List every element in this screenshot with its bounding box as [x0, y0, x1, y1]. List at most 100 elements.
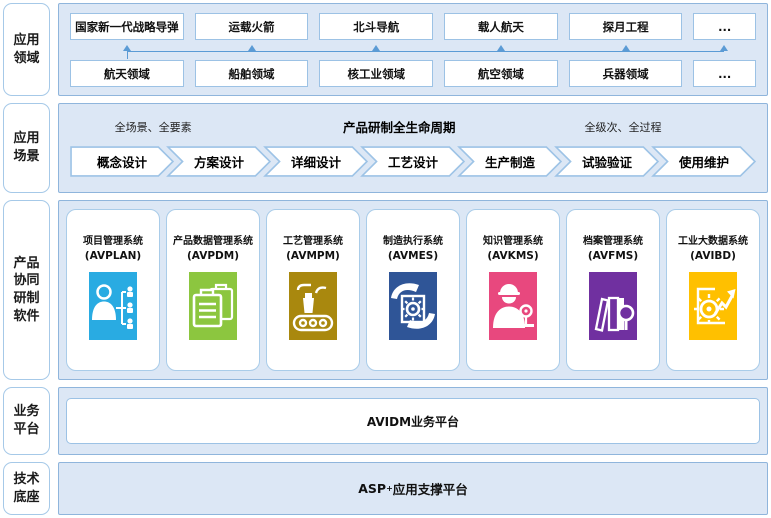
- lifecycle-stages: 概念设计 方案设计 详细设计 工艺设计: [70, 146, 756, 177]
- hands-gear-icon: [389, 272, 437, 340]
- base-panel: ASP+应用支撑平台: [58, 462, 768, 515]
- software-card-avplan: 项目管理系统 (AVPLAN): [66, 209, 160, 371]
- section-label-line: 应用: [13, 130, 39, 148]
- architecture-diagram: 应用 领域 国家新一代战略导弹 运载火箭 北斗导航 载人航天 探月工程 ...: [0, 0, 771, 518]
- note-all-process: 全级次、全过程: [585, 119, 662, 135]
- up-arrow-icon: [123, 45, 131, 51]
- section-label-base: 技术 底座: [3, 462, 50, 515]
- worker-pin-icon: [489, 272, 537, 340]
- section-label-line: 场景: [13, 148, 39, 166]
- asp-suffix: 应用支撑平台: [393, 479, 468, 498]
- stage-chevron: 概念设计: [70, 146, 174, 177]
- asp-prefix: ASP: [358, 481, 386, 496]
- up-arrow-icon: [497, 45, 505, 51]
- software-card-avfms: 档案管理系统 (AVFMS): [566, 209, 660, 371]
- section-label-line: 协同: [13, 272, 39, 290]
- section-label-line: 应用: [13, 32, 39, 50]
- card-code: (AVMPM): [286, 250, 340, 262]
- section-label-line: 平台: [13, 421, 39, 439]
- section-label-line: 领域: [13, 50, 39, 68]
- program-box-ellipsis: ...: [693, 13, 756, 40]
- field-box: 兵器领域: [569, 60, 683, 87]
- card-title: 项目管理系统: [83, 232, 143, 247]
- avidm-platform-box: AVIDM业务平台: [66, 398, 760, 444]
- card-code: (AVMES): [388, 250, 438, 262]
- stage-label: 概念设计: [70, 146, 174, 177]
- stage-chevron: 方案设计: [167, 146, 271, 177]
- software-card-avmes: 制造执行系统 (AVMES): [366, 209, 460, 371]
- stage-label: 工艺设计: [361, 146, 465, 177]
- software-panel: 项目管理系统 (AVPLAN) 产品数据管理系: [58, 200, 768, 380]
- up-arrow-icon: [248, 45, 256, 51]
- section-label-line: 软件: [13, 308, 39, 326]
- section-label-line: 研制: [13, 290, 39, 308]
- card-code: (AVPDM): [187, 250, 239, 262]
- stage-chevron: 生产制造: [458, 146, 562, 177]
- field-box-ellipsis: ...: [693, 60, 756, 87]
- row-technology-base: 技术 底座 ASP+应用支撑平台: [3, 462, 768, 515]
- card-title: 工艺管理系统: [283, 232, 343, 247]
- card-title: 产品数据管理系统: [173, 232, 253, 247]
- stage-chevron: 详细设计: [264, 146, 368, 177]
- software-card-avibd: 工业大数据系统 (AVIBD): [666, 209, 760, 371]
- domains-panel: 国家新一代战略导弹 运载火箭 北斗导航 载人航天 探月工程 ...: [58, 3, 768, 96]
- section-label-software: 产品 协同 研制 软件: [3, 200, 50, 380]
- software-card-avkms: 知识管理系统 (AVKMS): [466, 209, 560, 371]
- card-code: (AVIBD): [690, 250, 736, 262]
- books-magnifier-icon: [589, 272, 637, 340]
- program-box: 北斗导航: [319, 13, 433, 40]
- connector-line: [127, 51, 724, 52]
- field-box: 航空领域: [444, 60, 558, 87]
- section-label-domains: 应用 领域: [3, 3, 50, 96]
- field-box: 核工业领域: [319, 60, 433, 87]
- asp-superscript: +: [386, 484, 393, 493]
- scenarios-panel: 全场景、全要素 产品研制全生命周期 全级次、全过程 概念设计 方案设计: [58, 103, 768, 193]
- section-label-line: 技术: [13, 471, 39, 489]
- up-arrow-icon: [622, 45, 630, 51]
- person-orgchart-icon: [89, 272, 137, 340]
- card-title: 制造执行系统: [383, 232, 443, 247]
- programs-row: 国家新一代战略导弹 运载火箭 北斗导航 载人航天 探月工程 ...: [70, 13, 756, 40]
- stage-label: 使用维护: [652, 146, 756, 177]
- section-label-line: 底座: [13, 489, 39, 507]
- stage-label: 试验验证: [555, 146, 659, 177]
- section-label-line: 产品: [13, 255, 39, 273]
- row-application-domains: 应用 领域 国家新一代战略导弹 运载火箭 北斗导航 载人航天 探月工程 ...: [3, 3, 768, 96]
- stage-chevron: 工艺设计: [361, 146, 465, 177]
- program-box: 运载火箭: [195, 13, 309, 40]
- lifecycle-title: 产品研制全生命周期: [343, 117, 456, 136]
- stage-chevron: 使用维护: [652, 146, 756, 177]
- section-label-scenarios: 应用 场景: [3, 103, 50, 193]
- up-arrow-icon: [372, 45, 380, 51]
- stage-label: 生产制造: [458, 146, 562, 177]
- section-label-line: 业务: [13, 403, 39, 421]
- card-code: (AVPLAN): [85, 250, 141, 262]
- program-box: 国家新一代战略导弹: [70, 13, 184, 40]
- note-all-scenes: 全场景、全要素: [115, 119, 192, 135]
- card-title: 档案管理系统: [583, 232, 643, 247]
- program-box: 载人航天: [444, 13, 558, 40]
- stage-label: 方案设计: [167, 146, 271, 177]
- domains-connector: [70, 43, 756, 58]
- card-title: 知识管理系统: [483, 232, 543, 247]
- up-arrow-icon: [720, 45, 728, 51]
- asp-platform-title: ASP+应用支撑平台: [59, 463, 767, 514]
- platform-panel: AVIDM业务平台: [58, 387, 768, 455]
- stage-label: 详细设计: [264, 146, 368, 177]
- gear-trend-icon: [689, 272, 737, 340]
- field-box: 航天领域: [70, 60, 184, 87]
- card-code: (AVFMS): [588, 250, 638, 262]
- field-box: 船舶领域: [195, 60, 309, 87]
- software-card-avpdm: 产品数据管理系统 (AVPDM): [166, 209, 260, 371]
- fields-row: 航天领域 船舶领域 核工业领域 航空领域 兵器领域 ...: [70, 60, 756, 87]
- software-card-avmpm: 工艺管理系统 (AVMPM): [266, 209, 360, 371]
- connector-stub: [127, 51, 128, 59]
- briefcase-icon: [189, 272, 237, 340]
- conveyor-machine-icon: [289, 272, 337, 340]
- row-business-platform: 业务 平台 AVIDM业务平台: [3, 387, 768, 455]
- program-box: 探月工程: [569, 13, 683, 40]
- section-label-platform: 业务 平台: [3, 387, 50, 455]
- card-code: (AVKMS): [487, 250, 538, 262]
- stage-chevron: 试验验证: [555, 146, 659, 177]
- row-application-scenarios: 应用 场景 全场景、全要素 产品研制全生命周期 全级次、全过程 概念设计: [3, 103, 768, 193]
